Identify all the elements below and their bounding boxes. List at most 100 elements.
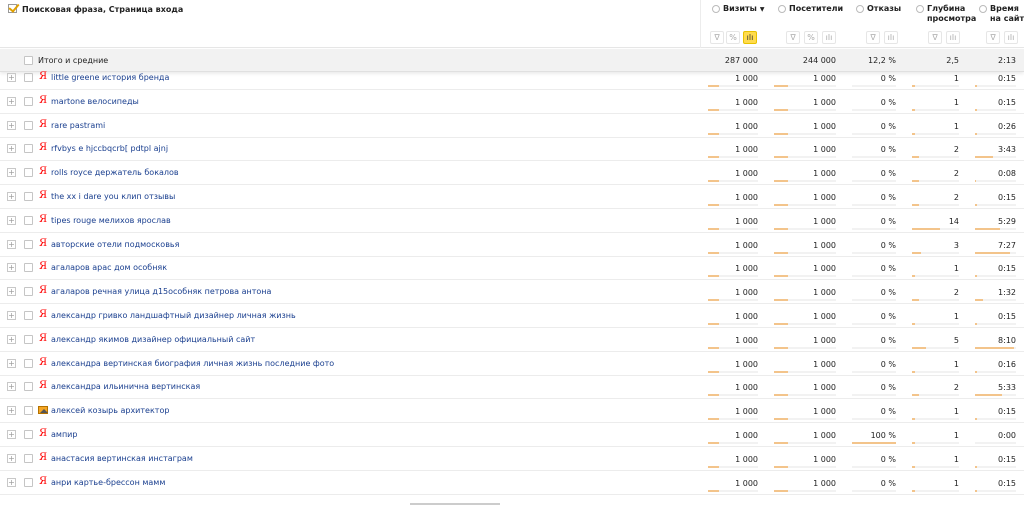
expand-row-icon[interactable]: + xyxy=(7,120,16,130)
row-checkbox[interactable] xyxy=(24,239,33,249)
visits-bar xyxy=(700,465,766,468)
column-header-depth[interactable]: Глубина просмотра xyxy=(904,4,976,28)
percent-icon[interactable]: % xyxy=(804,31,818,44)
table-row[interactable]: + Я tipes rouge мелихов ярослав 1 000 1 … xyxy=(0,209,1024,233)
table-row[interactable]: + Я rolls royce держатель бокалов 1 000 … xyxy=(0,161,1024,186)
row-checkbox[interactable] xyxy=(24,358,33,368)
table-row[interactable]: + Я александра ильинична вертинская 1 00… xyxy=(0,375,1024,400)
search-phrase-link[interactable]: агаларов арас дом особняк xyxy=(51,263,167,272)
expand-row-icon[interactable]: + xyxy=(7,382,16,392)
search-phrase-link[interactable]: анри картье-брессон мамм xyxy=(51,478,165,487)
search-phrase-link[interactable]: martone велосипеды xyxy=(51,97,139,106)
expand-row-icon[interactable]: + xyxy=(7,144,16,154)
expand-row-icon[interactable]: + xyxy=(7,239,16,249)
expand-row-icon[interactable]: + xyxy=(7,311,16,320)
row-checkbox[interactable] xyxy=(24,215,33,225)
expand-row-icon[interactable]: + xyxy=(7,263,16,273)
metric-radio[interactable] xyxy=(979,5,987,13)
table-row[interactable]: + Я анри картье-брессон мамм 1 000 1 000… xyxy=(0,471,1024,495)
row-checkbox[interactable] xyxy=(24,168,33,178)
search-phrase-link[interactable]: rare pastrami xyxy=(51,121,105,130)
search-phrase-link[interactable]: агаларов речная улица д15особняк петрова… xyxy=(51,287,271,296)
expand-row-icon[interactable]: + xyxy=(7,358,16,368)
expand-row-icon[interactable]: + xyxy=(7,477,16,487)
search-phrase-link[interactable]: александр якимов дизайнер официальный са… xyxy=(51,335,255,344)
filter-icon[interactable]: ∇ xyxy=(928,31,942,44)
search-phrase-link[interactable]: александр гривко ландшафтный дизайнер ли… xyxy=(51,311,296,320)
row-checkbox[interactable] xyxy=(24,477,33,487)
search-phrase-link[interactable]: rolls royce держатель бокалов xyxy=(51,168,179,177)
table-row[interactable]: + Я авторские отели подмосковья 1 000 1 … xyxy=(0,233,1024,257)
search-phrase-link[interactable]: алексей козырь архитектор xyxy=(51,406,169,415)
filter-icon[interactable]: ∇ xyxy=(786,31,800,44)
totals-checkbox[interactable] xyxy=(24,56,33,65)
row-checkbox[interactable] xyxy=(24,311,33,320)
metric-radio[interactable] xyxy=(856,5,864,13)
expand-row-icon[interactable]: + xyxy=(7,406,16,416)
row-checkbox[interactable] xyxy=(24,406,33,416)
row-checkbox[interactable] xyxy=(24,453,33,463)
search-phrase-link[interactable]: the xx i dare you клип отзывы xyxy=(51,192,175,201)
row-checkbox[interactable] xyxy=(24,430,33,439)
row-checkbox[interactable] xyxy=(24,382,33,392)
search-phrase-link[interactable]: rfvbys e hjccbqcrb[ pdtpl ajnj xyxy=(51,144,168,153)
metric-radio[interactable] xyxy=(712,5,720,13)
search-phrase-link[interactable]: александра вертинская биография личная ж… xyxy=(51,359,334,368)
expand-row-icon[interactable]: + xyxy=(7,215,16,225)
select-all-checkbox[interactable] xyxy=(8,4,17,13)
row-checkbox[interactable] xyxy=(24,96,33,106)
metric-radio[interactable] xyxy=(916,5,924,13)
column-header-bounces[interactable]: Отказы xyxy=(844,4,904,28)
table-row[interactable]: + Я анастасия вертинская инстаграм 1 000… xyxy=(0,447,1024,471)
row-checkbox[interactable] xyxy=(24,334,33,344)
expand-row-icon[interactable]: + xyxy=(7,96,16,106)
metric-radio[interactable] xyxy=(778,5,786,13)
bar-chart-icon[interactable]: ılı xyxy=(822,31,836,44)
expand-row-icon[interactable]: + xyxy=(7,453,16,463)
expand-row-icon[interactable]: + xyxy=(7,430,16,439)
table-row[interactable]: + Я александр гривко ландшафтный дизайне… xyxy=(0,304,1024,328)
row-checkbox[interactable] xyxy=(24,144,33,154)
table-row[interactable]: + Я александра вертинская биография личн… xyxy=(0,352,1024,376)
bar-chart-icon[interactable]: ılı xyxy=(743,31,757,44)
cell-depth: 2 xyxy=(953,145,959,155)
sort-desc-icon[interactable]: ▼ xyxy=(760,6,765,13)
table-row[interactable]: + Я rare pastrami 1 000 1 000 0 % 1 0:26 xyxy=(0,114,1024,138)
expand-row-icon[interactable]: + xyxy=(7,192,16,201)
table-row[interactable]: + Я агаларов арас дом особняк 1 000 1 00… xyxy=(0,256,1024,281)
table-row[interactable]: + Я агаларов речная улица д15особняк пет… xyxy=(0,280,1024,305)
row-checkbox[interactable] xyxy=(24,287,33,297)
filter-icon[interactable]: ∇ xyxy=(710,31,724,44)
table-row[interactable]: + Я little greene история бренда 1 000 1… xyxy=(0,66,1024,90)
search-phrase-link[interactable]: tipes rouge мелихов ярослав xyxy=(51,216,171,225)
search-phrase-link[interactable]: little greene история бренда xyxy=(51,73,169,82)
column-header-time[interactable]: Времяна сайте xyxy=(967,4,1024,28)
row-checkbox[interactable] xyxy=(24,73,33,82)
bar-chart-icon[interactable]: ılı xyxy=(884,31,898,44)
column-header-visitors[interactable]: Посетители xyxy=(766,4,844,28)
expand-row-icon[interactable]: + xyxy=(7,287,16,297)
search-phrase-link[interactable]: ампир xyxy=(51,430,77,439)
row-checkbox[interactable] xyxy=(24,192,33,201)
dimension-title[interactable]: Поисковая фраза, Страница входа xyxy=(22,5,183,14)
row-checkbox[interactable] xyxy=(24,263,33,273)
search-phrase-link[interactable]: авторские отели подмосковья xyxy=(51,240,179,249)
expand-row-icon[interactable]: + xyxy=(7,73,16,82)
bar-chart-icon[interactable]: ılı xyxy=(946,31,960,44)
table-row[interactable]: + Я the xx i dare you клип отзывы 1 000 … xyxy=(0,185,1024,209)
row-checkbox[interactable] xyxy=(24,120,33,130)
table-row[interactable]: + Я александр якимов дизайнер официальны… xyxy=(0,328,1024,352)
percent-icon[interactable]: % xyxy=(726,31,740,44)
filter-icon[interactable]: ∇ xyxy=(986,31,1000,44)
filter-icon[interactable]: ∇ xyxy=(866,31,880,44)
expand-row-icon[interactable]: + xyxy=(7,168,16,178)
search-phrase-link[interactable]: александра ильинична вертинская xyxy=(51,382,200,391)
search-phrase-link[interactable]: анастасия вертинская инстаграм xyxy=(51,454,193,463)
bar-chart-icon[interactable]: ılı xyxy=(1004,31,1018,44)
table-row[interactable]: + алексей козырь архитектор 1 000 1 000 … xyxy=(0,399,1024,424)
table-row[interactable]: + Я martone велосипеды 1 000 1 000 0 % 1… xyxy=(0,90,1024,114)
table-row[interactable]: + Я rfvbys e hjccbqcrb[ pdtpl ajnj 1 000… xyxy=(0,137,1024,162)
expand-row-icon[interactable]: + xyxy=(7,334,16,344)
column-header-visits[interactable]: Визиты ▼ xyxy=(700,4,766,28)
table-row[interactable]: + Я ампир 1 000 1 000 100 % 1 0:00 xyxy=(0,423,1024,447)
